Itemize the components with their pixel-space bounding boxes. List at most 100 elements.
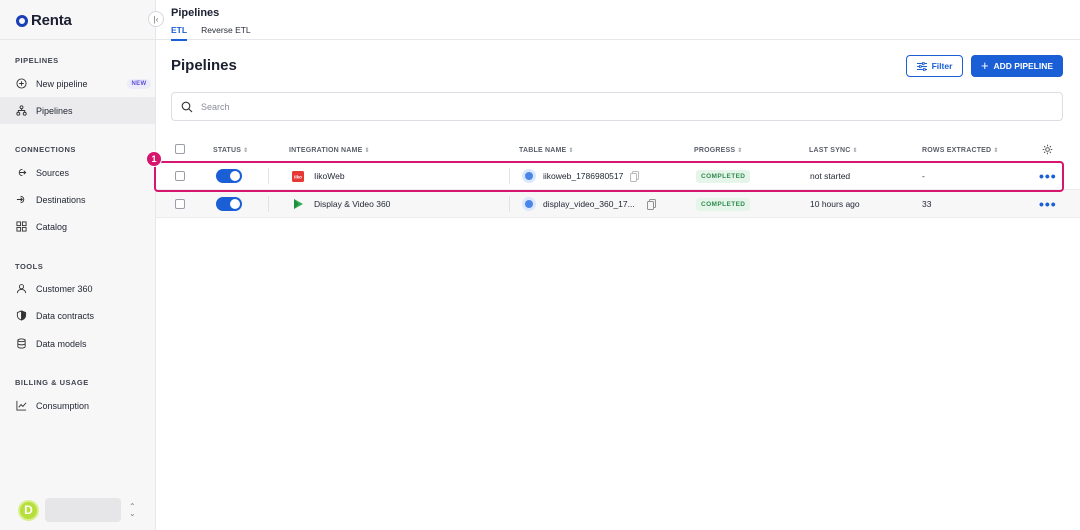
status-badge: COMPLETED: [696, 169, 751, 183]
table-name-cell: display_video_360_17...: [522, 190, 656, 218]
main-content: Pipelines ETL Reverse ETL Pipelines Filt…: [146, 0, 1080, 530]
sort-icon: ⇕: [243, 148, 249, 154]
pipelines-icon: [16, 105, 27, 116]
logo-mark-icon: [16, 14, 28, 27]
user-switcher[interactable]: D ⌃ ⌄: [18, 498, 136, 522]
last-sync-cell: 10 hours ago: [810, 199, 860, 209]
integration-name: IikoWeb: [314, 171, 345, 181]
grid-icon: [16, 221, 27, 232]
sidebar-item-pipelines[interactable]: Pipelines: [0, 97, 155, 124]
sidebar-item-consumption[interactable]: Consumption: [0, 392, 155, 419]
collapse-sidebar-button[interactable]: |‹: [148, 11, 164, 27]
sidebar-item-sources[interactable]: Sources: [0, 159, 155, 186]
user-icon: [16, 283, 27, 294]
copy-icon[interactable]: [646, 198, 656, 210]
sidebar-item-label: Sources: [36, 167, 70, 178]
sidebar-item-customer-360[interactable]: Customer 360: [0, 275, 155, 302]
sidebar-item-label: Destinations: [36, 194, 86, 205]
section-title-tools: TOOLS: [15, 262, 44, 271]
plus-circle-icon: [16, 78, 27, 89]
sort-icon: ⇕: [568, 148, 574, 154]
sidebar-item-data-contracts[interactable]: Data contracts: [0, 302, 155, 329]
source-icon: [16, 167, 27, 178]
sidebar-item-label: Data models: [36, 338, 87, 349]
chart-line-icon: [16, 400, 27, 411]
sidebar-item-data-models[interactable]: Data models: [0, 330, 155, 357]
copy-icon[interactable]: [630, 170, 640, 182]
annotation-marker: 1: [146, 151, 162, 167]
sidebar-item-label: New pipeline: [36, 78, 88, 89]
integration-cell: Display & Video 360: [292, 190, 390, 218]
add-pipeline-button[interactable]: + ADD PIPELINE: [971, 55, 1063, 77]
status-toggle[interactable]: [216, 162, 242, 190]
column-header-last-sync[interactable]: LAST SYNC ⇕: [809, 147, 858, 154]
rows-extracted-cell: -: [922, 171, 925, 181]
bigquery-icon: [522, 197, 536, 211]
column-divider: [268, 168, 269, 184]
logo[interactable]: Renta: [16, 12, 72, 29]
table-row[interactable]: iiko IikoWeb iikoweb_1786980517 COMPLETE…: [156, 162, 1080, 190]
svg-text:iiko: iiko: [294, 174, 302, 179]
column-divider: [509, 168, 510, 184]
table-name-cell: iikoweb_1786980517: [522, 162, 640, 190]
user-name-redacted: [45, 498, 121, 522]
sidebar: Renta |‹ PIPELINES New pipeline NEW Pipe…: [0, 0, 164, 530]
destination-icon: [16, 194, 27, 205]
status-toggle[interactable]: [216, 190, 242, 218]
status-badge: COMPLETED: [696, 197, 751, 211]
sidebar-item-label: Customer 360: [36, 283, 93, 294]
column-header-progress[interactable]: PROGRESS ⇕: [694, 147, 743, 154]
row-actions-more-icon[interactable]: •••: [1039, 190, 1057, 218]
iikoweb-icon: iiko: [292, 170, 304, 182]
row-checkbox[interactable]: [175, 171, 185, 181]
dv360-icon: [292, 198, 304, 210]
column-header-status[interactable]: STATUS ⇕: [213, 147, 248, 154]
column-header-integration-name[interactable]: INTEGRATION NAME ⇕: [289, 147, 370, 154]
bigquery-icon: [522, 169, 536, 183]
column-divider: [268, 196, 269, 212]
section-title-pipelines: PIPELINES: [15, 56, 59, 65]
table-header: STATUS ⇕ INTEGRATION NAME ⇕ TABLE NAME ⇕ PR…: [156, 141, 1080, 161]
add-pipeline-label: ADD PIPELINE: [993, 61, 1054, 71]
sort-icon: ⇕: [737, 148, 743, 154]
column-settings-gear-icon[interactable]: [1042, 144, 1053, 155]
filter-button[interactable]: Filter: [906, 55, 963, 77]
sort-icon: ⇕: [364, 148, 370, 154]
sidebar-item-catalog[interactable]: Catalog: [0, 213, 155, 240]
table-row[interactable]: Display & Video 360 display_video_360_17…: [156, 190, 1080, 218]
search-icon: [181, 101, 193, 112]
new-badge: NEW: [126, 78, 152, 89]
column-header-rows-extracted[interactable]: ROWS EXTRACTED ⇕: [922, 147, 999, 154]
search-input[interactable]: [201, 101, 801, 112]
row-actions-more-icon[interactable]: •••: [1039, 162, 1057, 190]
sidebar-item-label: Catalog: [36, 221, 68, 232]
sidebar-item-new-pipeline[interactable]: New pipeline NEW: [0, 70, 155, 97]
tab-reverse-etl[interactable]: Reverse ETL: [201, 25, 251, 41]
column-header-table-name[interactable]: TABLE NAME ⇕: [519, 147, 574, 154]
search-bar: [171, 92, 1063, 121]
logo-text: Renta: [31, 12, 72, 29]
tab-etl[interactable]: ETL: [171, 25, 188, 41]
integration-name: Display & Video 360: [314, 199, 391, 209]
avatar: D: [18, 499, 39, 521]
page-title: Pipelines: [171, 57, 237, 74]
filter-button-label: Filter: [931, 61, 953, 71]
chevron-up-down-icon: ⌃ ⌄: [129, 502, 136, 518]
select-all-checkbox[interactable]: [175, 144, 185, 154]
row-checkbox[interactable]: [175, 199, 185, 209]
top-bar: Pipelines ETL Reverse ETL: [156, 0, 1080, 41]
plus-icon: +: [980, 58, 989, 73]
integration-cell: iiko IikoWeb: [292, 162, 345, 190]
sort-icon: ⇕: [993, 148, 999, 154]
sidebar-item-destinations[interactable]: Destinations: [0, 186, 155, 213]
section-title-billing: BILLING & USAGE: [15, 378, 89, 387]
section-title-connections: CONNECTIONS: [15, 145, 76, 154]
sort-icon: ⇕: [852, 148, 858, 154]
filter-sliders-icon: [916, 61, 927, 71]
column-divider: [509, 196, 510, 212]
table-name: iikoweb_1786980517: [543, 171, 624, 181]
tab-bar: ETL Reverse ETL: [171, 25, 251, 41]
table-name: display_video_360_17...: [543, 199, 635, 209]
sidebar-divider: [0, 39, 155, 40]
last-sync-cell: not started: [810, 171, 851, 181]
